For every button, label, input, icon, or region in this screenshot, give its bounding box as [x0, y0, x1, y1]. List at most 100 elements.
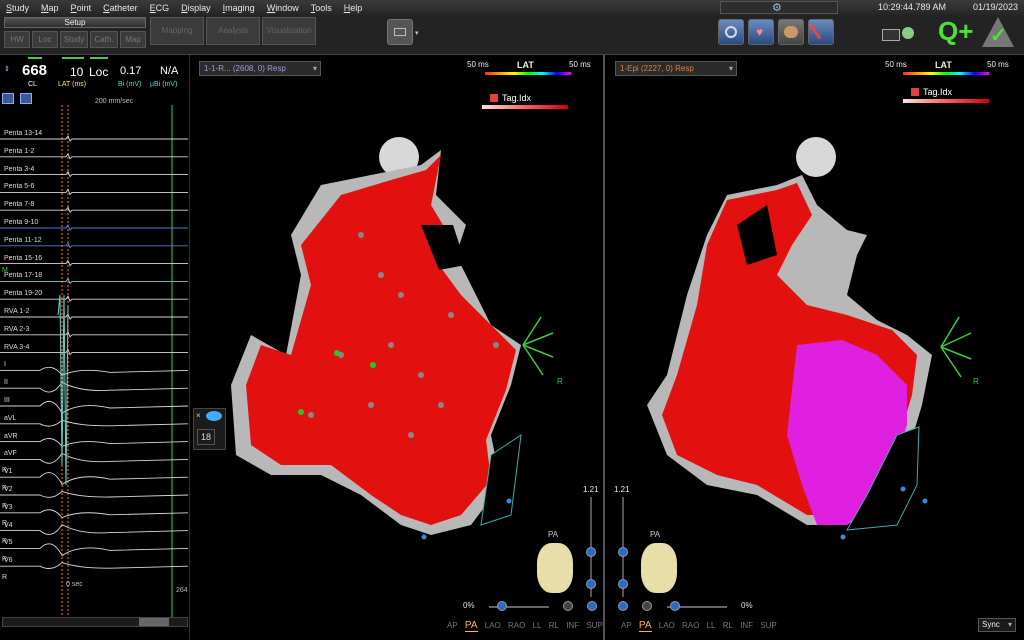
sync-label: Sync — [982, 620, 1000, 629]
heart-orientation-icon[interactable] — [537, 543, 573, 593]
channel-label[interactable]: I — [4, 361, 6, 368]
channel-label[interactable]: Penta 19-20 — [4, 290, 42, 297]
cath-button[interactable]: Cath. — [90, 31, 118, 48]
catheter-tool-button[interactable] — [808, 19, 834, 45]
sync-select[interactable]: Sync ▾ — [978, 618, 1016, 632]
channel-label[interactable]: RVA 3-4 — [4, 344, 29, 351]
catheter-icon[interactable] — [206, 411, 222, 421]
view-options-button[interactable] — [587, 601, 597, 611]
channel-label[interactable]: III — [4, 397, 10, 404]
heart-catheter-button[interactable]: ♥ — [748, 19, 774, 45]
time-zero-label: 0 sec — [66, 581, 83, 588]
view-ll[interactable]: LL — [533, 621, 542, 630]
menu-ecg[interactable]: ECG — [144, 3, 176, 13]
channel-label[interactable]: aVL — [4, 415, 16, 422]
channel-label[interactable]: Penta 13-14 — [4, 130, 42, 137]
view-lao[interactable]: LAO — [485, 621, 501, 630]
hw-button[interactable]: HW — [4, 31, 30, 48]
heart-orientation-icon[interactable] — [641, 543, 677, 593]
visualization-button[interactable]: Visualization — [262, 17, 316, 45]
menu-help[interactable]: Help — [338, 3, 369, 13]
zoom-thumb[interactable] — [586, 547, 596, 557]
layout-button[interactable] — [387, 19, 413, 45]
channel-label[interactable]: aVR — [4, 433, 18, 440]
view-sup[interactable]: SUP — [586, 621, 602, 630]
map-canvas-left[interactable] — [191, 55, 605, 595]
tool-icon[interactable] — [2, 93, 14, 104]
view-rao[interactable]: RAO — [682, 621, 699, 630]
catheter-icon — [809, 24, 822, 40]
channel-label[interactable]: RVA 1-2 — [4, 308, 29, 315]
chevron-down-icon: ▾ — [1007, 620, 1012, 629]
study-button[interactable]: Study — [60, 31, 88, 48]
map-pane-left[interactable]: 1-1-R... (2608, 0) Resp ▾ 50 ms LAT 50 m… — [191, 55, 605, 640]
orient-label: R — [557, 377, 563, 386]
channel-label[interactable]: Penta 9-10 — [4, 219, 38, 226]
analysis-button[interactable]: Analysis — [206, 17, 260, 45]
menu-study[interactable]: Study — [0, 3, 35, 13]
channel-label[interactable]: Penta 1-2 — [4, 148, 34, 155]
channel-label[interactable]: RVA 2-3 — [4, 326, 29, 333]
anatomy-button[interactable] — [778, 19, 804, 45]
menu-window[interactable]: Window — [261, 3, 305, 13]
zoom-thumb[interactable] — [618, 547, 628, 557]
channel-label[interactable]: Penta 11-12 — [4, 237, 42, 244]
loc-button[interactable]: Loc — [32, 31, 58, 48]
channel-trace — [0, 490, 189, 498]
gear-icon[interactable]: ⚙ — [772, 1, 782, 14]
view-rl[interactable]: RL — [723, 621, 733, 630]
menu-tools[interactable]: Tools — [305, 3, 338, 13]
view-rl[interactable]: RL — [549, 621, 559, 630]
channel-trace — [0, 438, 189, 447]
view-pa[interactable]: PA — [464, 620, 478, 632]
view-lao[interactable]: LAO — [659, 621, 675, 630]
cl-value: 668 — [22, 62, 48, 79]
menu-imaging[interactable]: Imaging — [217, 3, 261, 13]
sort-icon[interactable]: ⇕ — [4, 65, 10, 73]
zoom-down-button[interactable] — [618, 579, 628, 589]
channel-label[interactable]: II — [4, 379, 8, 386]
mapping-button[interactable]: Mapping — [150, 17, 204, 45]
map-canvas-right[interactable] — [607, 55, 1024, 595]
view-inf[interactable]: INF — [740, 621, 753, 630]
channel-label[interactable]: aVF — [4, 450, 17, 457]
reset-view-button[interactable] — [563, 601, 573, 611]
opacity-thumb[interactable] — [497, 601, 507, 611]
scroll-thumb[interactable] — [139, 618, 169, 626]
channel-trace — [0, 400, 189, 414]
menu-point[interactable]: Point — [65, 3, 98, 13]
monitor-icon[interactable] — [882, 29, 900, 41]
zoom-down-button[interactable] — [586, 579, 596, 589]
patch-icon[interactable] — [902, 27, 914, 39]
map-button[interactable]: Map — [120, 31, 146, 48]
view-ap[interactable]: AP — [621, 621, 632, 630]
channel-label[interactable]: Penta 17-18 — [4, 272, 42, 279]
tool-icon[interactable] — [20, 93, 32, 104]
orientation-sphere — [796, 137, 836, 177]
menu-map[interactable]: Map — [35, 3, 65, 13]
view-inf[interactable]: INF — [566, 621, 579, 630]
map-pane-right[interactable]: 1-Epi (2227, 0) Resp ▾ 50 ms LAT 50 ms T… — [607, 55, 1024, 640]
view-ll[interactable]: LL — [707, 621, 716, 630]
channel-label[interactable]: Penta 5-6 — [4, 183, 34, 190]
channel-trace — [0, 509, 189, 519]
menu-catheter[interactable]: Catheter — [97, 3, 144, 13]
view-pa[interactable]: PA — [638, 620, 652, 632]
view-sup[interactable]: SUP — [760, 621, 776, 630]
view-ap[interactable]: AP — [447, 621, 458, 630]
menu-display[interactable]: Display — [175, 3, 217, 13]
view-options-button[interactable] — [618, 601, 628, 611]
orient-label: R — [973, 377, 979, 386]
channel-trace — [0, 472, 189, 486]
view-rao[interactable]: RAO — [508, 621, 525, 630]
channel-label[interactable]: Penta 15-16 — [4, 255, 42, 262]
signals-scrollbar[interactable] — [2, 617, 188, 627]
map-view-button[interactable] — [718, 19, 744, 45]
add-point-icon[interactable]: Q+ — [938, 17, 973, 45]
channel-label[interactable]: Penta 3-4 — [4, 166, 34, 173]
channel-label[interactable]: Penta 7-8 — [4, 201, 34, 208]
chevron-down-icon[interactable]: ▾ — [415, 29, 419, 37]
reset-view-button[interactable] — [642, 601, 652, 611]
opacity-thumb[interactable] — [670, 601, 680, 611]
close-icon[interactable]: × — [196, 411, 201, 420]
